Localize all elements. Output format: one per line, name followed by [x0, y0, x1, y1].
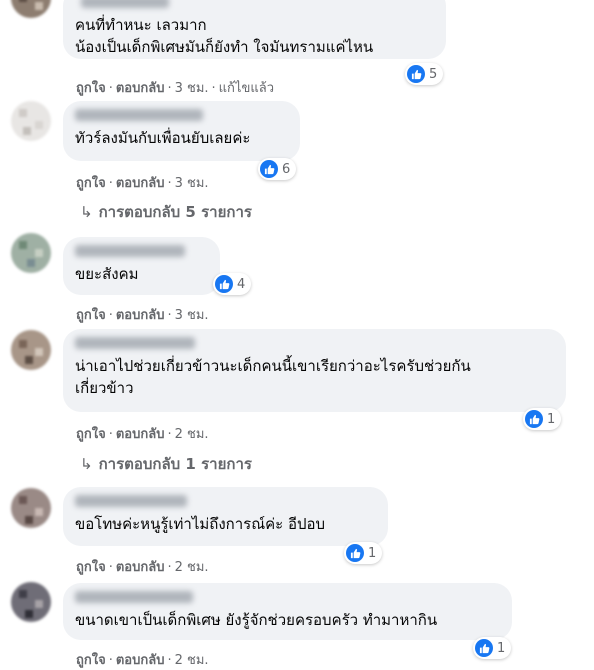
reaction-count[interactable]: 4	[213, 273, 252, 295]
timestamp[interactable]: 3 ชม.	[175, 308, 209, 323]
timestamp[interactable]: 2 ชม.	[175, 653, 209, 668]
reply-button[interactable]: ตอบกลับ	[116, 308, 165, 323]
commenter-name[interactable]	[75, 495, 187, 507]
timestamp[interactable]: 2 ชม.	[175, 560, 209, 575]
reaction-count[interactable]: 1	[344, 542, 383, 564]
comment-bubble: น่าเอาไปช่วยเกี่ยวข้าวนะเด็กคนนี้เขาเรีย…	[63, 329, 566, 412]
like-count: 6	[282, 161, 291, 177]
like-button[interactable]: ถูกใจ	[76, 560, 106, 575]
comment-bubble: คนที่ทำหนะ เลวมาก น้องเป็นเด็กพิเศษมันก็…	[63, 0, 446, 59]
thumbs-up-icon	[407, 65, 425, 83]
comment-actions: ถูกใจ · ตอบกลับ · 3 ชม.	[76, 308, 209, 323]
thumbs-up-icon	[475, 639, 493, 657]
like-count: 4	[237, 276, 246, 292]
comment-text: คนที่ทำหนะ เลวมาก	[75, 16, 207, 34]
comment-text: ทัวร์ลงมันกับเพื่อนยับเลยค่ะ	[75, 129, 251, 147]
reaction-count[interactable]: 5	[405, 63, 444, 85]
reply-button[interactable]: ตอบกลับ	[116, 560, 165, 575]
view-replies-link[interactable]: ↳ การตอบกลับ 5 รายการ	[80, 200, 252, 224]
reply-button[interactable]: ตอบกลับ	[116, 427, 165, 442]
thumbs-up-icon	[525, 410, 543, 428]
like-count: 1	[368, 545, 377, 561]
like-count: 1	[547, 411, 556, 427]
comment-bubble: ทัวร์ลงมันกับเพื่อนยับเลยค่ะ	[63, 101, 300, 161]
commenter-name[interactable]	[75, 591, 193, 603]
commenter-name[interactable]	[75, 109, 203, 121]
comment-actions: ถูกใจ · ตอบกลับ · 2 ชม.	[76, 653, 209, 668]
comment-actions: ถูกใจ · ตอบกลับ · 2 ชม.	[76, 560, 209, 575]
comment-text: น่าเอาไปช่วยเกี่ยวข้าวนะเด็กคนนี้เขาเรีย…	[75, 357, 471, 375]
timestamp[interactable]: 3 ชม.	[175, 176, 209, 191]
comment-bubble: ขนาดเขาเป็นเด็กพิเศษ ยังรู้จักช่วยครอบคร…	[63, 583, 512, 640]
view-replies-link[interactable]: ↳ การตอบกลับ 1 รายการ	[80, 452, 252, 476]
thumbs-up-icon	[260, 160, 278, 178]
like-button[interactable]: ถูกใจ	[76, 427, 106, 442]
edited-label[interactable]: แก้ไขแล้ว	[219, 81, 274, 96]
like-button[interactable]: ถูกใจ	[76, 653, 106, 668]
reaction-count[interactable]: 1	[473, 637, 512, 659]
like-count: 5	[429, 66, 438, 82]
reply-button[interactable]: ตอบกลับ	[116, 653, 165, 668]
reply-arrow-icon: ↳	[80, 455, 93, 473]
avatar[interactable]	[11, 101, 51, 141]
replies-label: การตอบกลับ 5 รายการ	[98, 203, 252, 221]
avatar[interactable]	[11, 233, 51, 273]
replies-label: การตอบกลับ 1 รายการ	[98, 455, 252, 473]
reaction-count[interactable]: 1	[523, 408, 562, 430]
commenter-name[interactable]	[75, 245, 185, 257]
comment-actions: ถูกใจ · ตอบกลับ · 2 ชม.	[76, 427, 209, 442]
comment-text: ขนาดเขาเป็นเด็กพิเศษ ยังรู้จักช่วยครอบคร…	[75, 611, 438, 629]
reply-button[interactable]: ตอบกลับ	[116, 176, 165, 191]
commenter-name[interactable]	[75, 337, 195, 349]
comment-actions: ถูกใจ · ตอบกลับ · 3 ชม. · แก้ไขแล้ว	[76, 81, 274, 96]
avatar[interactable]	[11, 0, 51, 18]
avatar[interactable]	[11, 330, 51, 370]
comment-text: ขอโทษค่ะหนูรู้เท่าไม่ถึงการณ์ค่ะ อีปอบ	[75, 515, 326, 533]
avatar[interactable]	[11, 488, 51, 528]
thumbs-up-icon	[346, 544, 364, 562]
timestamp[interactable]: 2 ชม.	[175, 427, 209, 442]
comment-text: ขยะสังคม	[75, 265, 139, 283]
comment-bubble: ขยะสังคม	[63, 237, 220, 295]
like-button[interactable]: ถูกใจ	[76, 308, 106, 323]
timestamp[interactable]: 3 ชม.	[175, 81, 209, 96]
comment-actions: ถูกใจ · ตอบกลับ · 3 ชม.	[76, 176, 209, 191]
comment-text: น้องเป็นเด็กพิเศษมันก็ยังทำ ใจมันทรามแค่…	[75, 38, 374, 56]
reaction-count[interactable]: 6	[258, 158, 297, 180]
commenter-name[interactable]	[81, 0, 169, 8]
thumbs-up-icon	[215, 275, 233, 293]
like-button[interactable]: ถูกใจ	[76, 176, 106, 191]
reply-arrow-icon: ↳	[80, 203, 93, 221]
comment-bubble: ขอโทษค่ะหนูรู้เท่าไม่ถึงการณ์ค่ะ อีปอบ	[63, 487, 388, 546]
avatar[interactable]	[11, 582, 51, 622]
reply-button[interactable]: ตอบกลับ	[116, 81, 165, 96]
comment-text: เกี่ยวข้าว	[75, 379, 134, 397]
like-count: 1	[497, 640, 506, 656]
like-button[interactable]: ถูกใจ	[76, 81, 106, 96]
